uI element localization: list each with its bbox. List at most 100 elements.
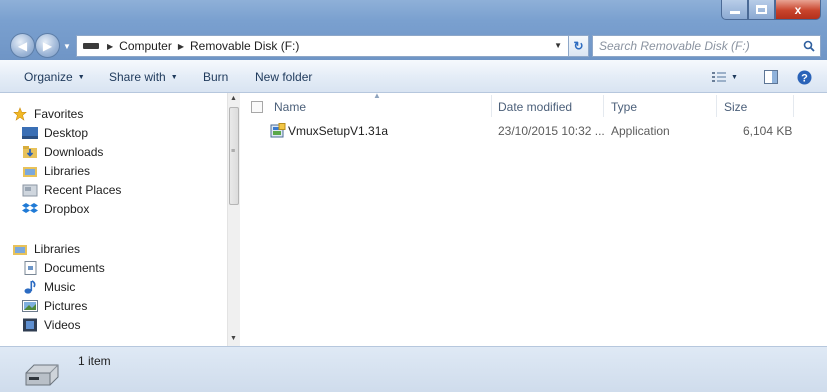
help-button[interactable]: ? [797, 69, 812, 85]
column-header-size[interactable]: Size [724, 97, 747, 117]
nav-item-label: Dropbox [44, 202, 90, 216]
column-header-name[interactable]: Name [274, 97, 306, 117]
minimize-icon [729, 11, 740, 14]
back-button[interactable]: ◀ [10, 33, 35, 58]
close-icon: x [794, 2, 802, 17]
window-controls: x [721, 0, 821, 22]
column-size-label: Size [724, 100, 748, 114]
minimize-button[interactable] [721, 0, 748, 20]
nav-item-label: Pictures [44, 299, 88, 313]
drive-icon [83, 43, 99, 49]
nav-item-label: Libraries [44, 164, 91, 178]
star-icon [13, 107, 27, 121]
table-row[interactable]: VmuxSetupV1.31a 23/10/2015 10:32 ... App… [264, 121, 804, 141]
breadcrumb-computer[interactable]: Computer [119, 39, 172, 53]
nav-libraries-header[interactable]: Libraries [12, 242, 80, 256]
forward-arrow-icon: ▶ [42, 38, 53, 53]
column-divider[interactable] [603, 95, 604, 117]
libraries-header-label: Libraries [34, 242, 81, 256]
search-input[interactable]: Search Removable Disk (F:) [592, 35, 821, 57]
search-placeholder: Search Removable Disk (F:) [599, 39, 750, 53]
command-toolbar: Organize ▼ Share with ▼ Burn New folder ▼ … [0, 60, 827, 93]
favorites-label: Favorites [34, 107, 84, 121]
search-icon[interactable] [803, 40, 815, 52]
libraries-icon [13, 245, 27, 255]
share-with-label: Share with [109, 70, 166, 84]
breadcrumb-removable-disk[interactable]: Removable Disk (F:) [190, 39, 299, 53]
column-date-label: Date modified [498, 100, 573, 114]
column-type-label: Type [611, 100, 638, 114]
item-count: 1 item [78, 354, 111, 368]
nav-item-documents[interactable]: Documents [22, 261, 105, 275]
close-button[interactable]: x [775, 0, 821, 20]
nav-scrollbar[interactable]: ▲ ≡ ▼ [227, 93, 240, 346]
recent-places-icon [22, 184, 38, 197]
organize-button[interactable]: Organize ▼ [24, 70, 85, 84]
chevron-down-icon: ▼ [170, 73, 178, 81]
chevron-down-icon: ▼ [731, 73, 738, 81]
nav-item-recent-places[interactable]: Recent Places [22, 183, 121, 197]
documents-icon [24, 261, 37, 275]
preview-pane-button[interactable] [764, 69, 778, 85]
details-pane: 1 item [0, 346, 827, 392]
nav-item-pictures[interactable]: Pictures [22, 299, 87, 313]
svg-text:?: ? [801, 72, 808, 84]
address-bar[interactable]: ▶ Computer ▶ Removable Disk (F:) ▼ [76, 35, 569, 57]
scroll-down-icon[interactable]: ▼ [230, 335, 237, 342]
new-folder-button[interactable]: New folder [255, 70, 312, 84]
new-folder-label: New folder [255, 70, 313, 84]
nav-item-music[interactable]: Music [22, 280, 75, 294]
file-name[interactable]: VmuxSetupV1.31a [288, 124, 388, 138]
file-list: Name ▲ Date modified Type Size VmuxSetup… [240, 91, 827, 346]
maximize-icon [756, 5, 767, 14]
select-all-checkbox[interactable] [251, 97, 263, 117]
refresh-button[interactable]: ↻ [569, 35, 589, 57]
column-divider[interactable] [793, 95, 794, 117]
nav-item-videos[interactable]: Videos [22, 318, 80, 332]
forward-button[interactable]: ▶ [35, 33, 60, 58]
downloads-folder-icon [23, 146, 37, 158]
nav-item-label: Downloads [44, 145, 104, 159]
column-divider[interactable] [491, 95, 492, 117]
view-list-icon [712, 72, 726, 82]
grip-icon: ≡ [231, 148, 236, 155]
nav-item-desktop[interactable]: Desktop [22, 126, 88, 140]
burn-button[interactable]: Burn [203, 70, 228, 84]
scrollbar-thumb[interactable] [229, 107, 239, 205]
address-dropdown-icon[interactable]: ▼ [554, 41, 562, 50]
column-divider[interactable] [716, 95, 717, 117]
checkbox-icon [251, 101, 263, 113]
nav-item-dropbox[interactable]: Dropbox [22, 202, 89, 216]
column-header-date-modified[interactable]: Date modified [498, 97, 572, 117]
breadcrumb-separator-icon[interactable]: ▶ [178, 42, 184, 51]
nav-favorites-header[interactable]: Favorites [12, 107, 83, 121]
file-date-modified: 23/10/2015 10:32 ... [498, 124, 605, 138]
breadcrumb-separator-icon[interactable]: ▶ [107, 42, 113, 51]
burn-label: Burn [203, 70, 229, 84]
scroll-up-icon[interactable]: ▲ [230, 95, 237, 102]
dropbox-icon [22, 203, 38, 213]
file-type: Application [611, 124, 670, 138]
nav-item-label: Music [44, 280, 76, 294]
music-icon [24, 280, 36, 294]
file-size: 6,104 KB [743, 124, 793, 138]
recent-pages-dropdown[interactable]: ▼ [63, 42, 71, 51]
chevron-down-icon: ▼ [77, 73, 85, 81]
sort-ascending-icon: ▲ [373, 91, 381, 100]
column-header-type[interactable]: Type [611, 97, 637, 117]
nav-item-libraries[interactable]: Libraries [22, 164, 90, 178]
title-bar: x ◀ ▶ ▼ ▶ Computer ▶ Removable Disk (F:)… [0, 0, 827, 60]
share-with-button[interactable]: Share with ▼ [109, 70, 178, 84]
change-view-button[interactable]: ▼ [712, 69, 738, 85]
maximize-button[interactable] [748, 0, 775, 20]
pictures-icon [22, 300, 38, 312]
nav-item-label: Videos [44, 318, 81, 332]
help-icon: ? [797, 70, 812, 84]
videos-icon [23, 318, 37, 332]
column-name-label: Name [274, 100, 307, 114]
nav-item-label: Recent Places [44, 183, 122, 197]
navigation-pane: Favorites Desktop Downloads Libraries Re… [0, 93, 240, 346]
nav-item-downloads[interactable]: Downloads [22, 145, 103, 159]
preview-pane-icon [764, 70, 778, 84]
installer-icon [270, 123, 286, 138]
